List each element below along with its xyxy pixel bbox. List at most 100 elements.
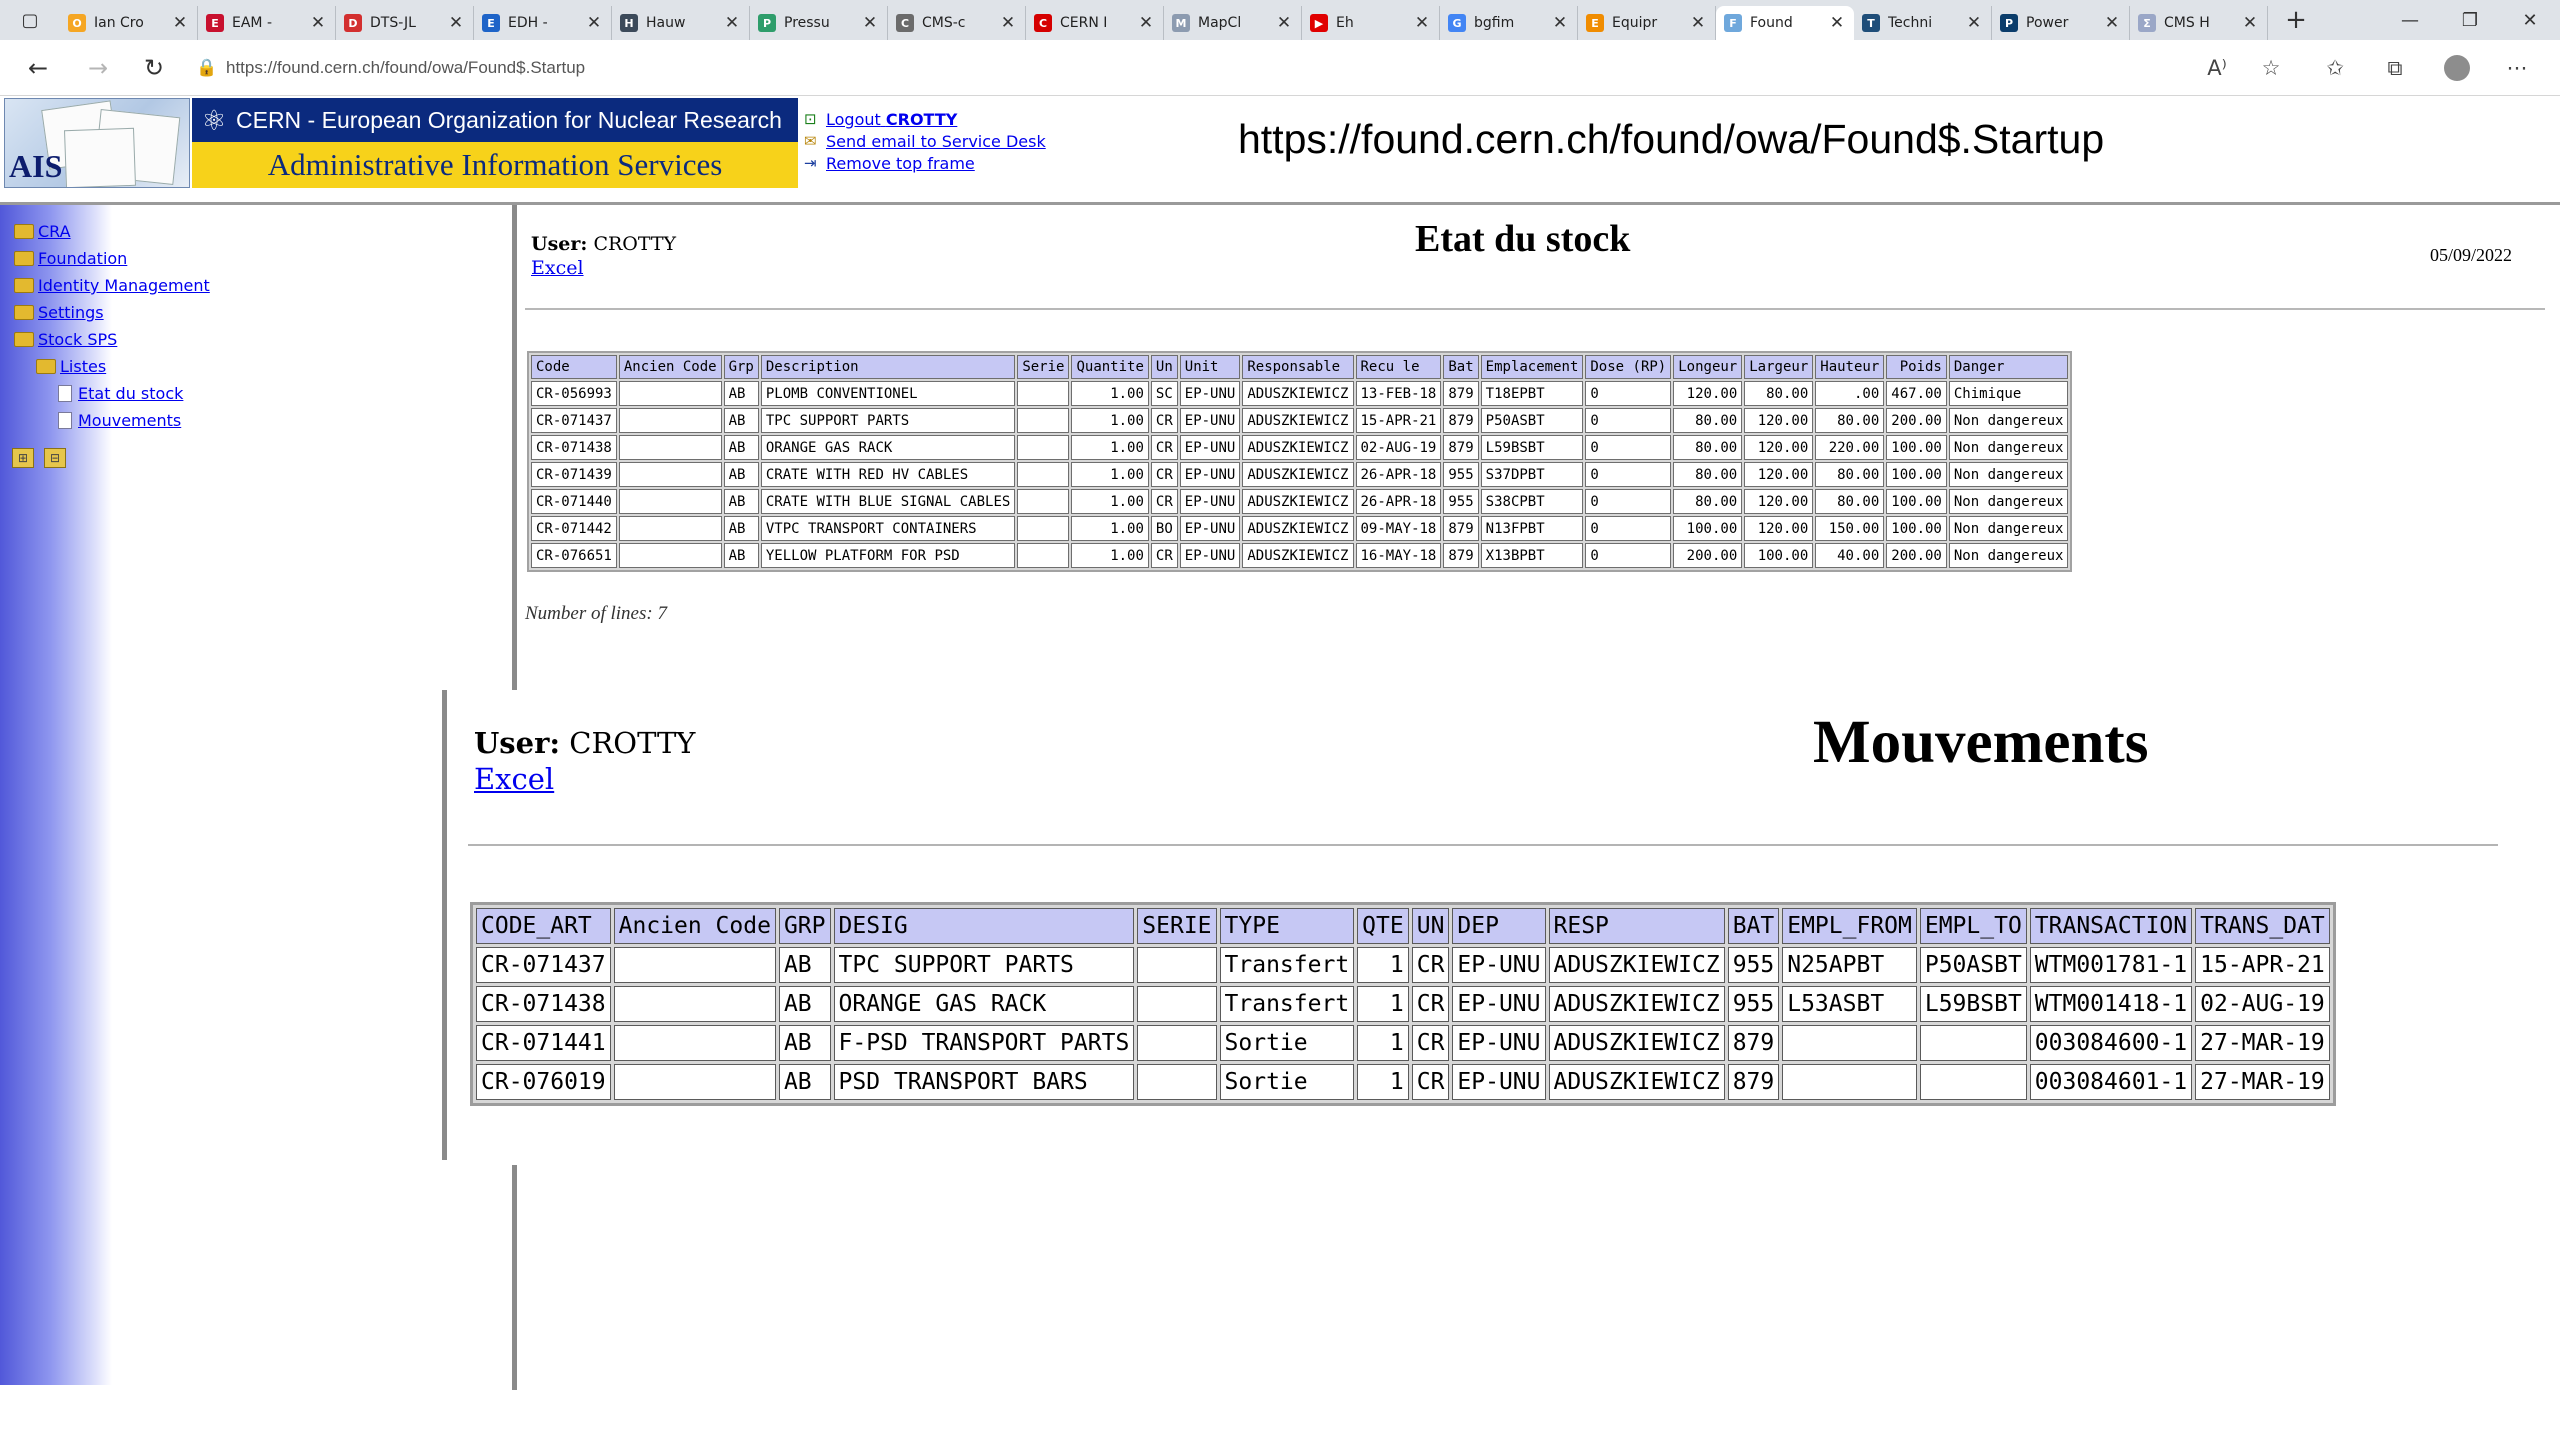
browser-tab-title: Found xyxy=(1750,15,1793,31)
nav-item-label[interactable]: Identity Management xyxy=(38,276,210,295)
minimize-icon[interactable]: — xyxy=(2380,0,2440,40)
close-tab-icon[interactable]: ✕ xyxy=(861,13,879,33)
nav-item-label[interactable]: Etat du stock xyxy=(78,384,183,403)
nav-item[interactable]: Foundation xyxy=(14,245,414,272)
favorites-icon[interactable]: ✩ xyxy=(2318,52,2352,84)
folder-icon xyxy=(14,251,34,266)
eam-icon: E xyxy=(206,14,224,32)
browser-tab-title: bgfim xyxy=(1474,15,1515,31)
close-tab-icon[interactable]: ✕ xyxy=(999,13,1017,33)
browser-tab[interactable]: Σ CMS H ✕ xyxy=(2130,6,2268,40)
address-text[interactable]: https://found.cern.ch/found/owa/Found$.S… xyxy=(226,58,585,78)
close-window-icon[interactable]: ✕ xyxy=(2500,0,2560,40)
nav-item[interactable]: Identity Management xyxy=(14,272,414,299)
close-tab-icon[interactable]: ✕ xyxy=(1137,13,1155,33)
tab-actions-icon[interactable]: ▢ xyxy=(0,0,60,40)
table-cell: .00 xyxy=(1815,381,1885,406)
mouvements-excel-link[interactable]: Excel xyxy=(474,762,554,796)
browser-tab-title: Techni xyxy=(1888,15,1933,31)
expand-all-icon[interactable]: ⊞ xyxy=(12,448,34,468)
stock-title: Etat du stock xyxy=(1415,218,1631,260)
table-row: CR-076019 AB PSD TRANSPORT BARS Sortie 1 CR EP… xyxy=(476,1064,2330,1100)
browser-tab-title: Power xyxy=(2026,15,2069,31)
close-tab-icon[interactable]: ✕ xyxy=(1275,13,1293,33)
browser-tab[interactable]: E Equipr ✕ xyxy=(1578,6,1716,40)
nav-item-label[interactable]: Mouvements xyxy=(78,411,181,430)
table-cell xyxy=(1017,516,1070,541)
table-cell xyxy=(1017,381,1070,406)
tab-list: O Ian Cro ✕ E EAM - ✕ D DTS-JL ✕ E EDH - ✕ H Hauw ✕ P Pr… xyxy=(60,0,2268,40)
nav-item-label[interactable]: Settings xyxy=(38,303,104,322)
collapse-all-icon[interactable]: ⊟ xyxy=(44,448,66,468)
browser-tab[interactable]: F Found ✕ xyxy=(1716,6,1854,40)
nav-item[interactable]: Stock SPS xyxy=(14,326,414,353)
browser-tab[interactable]: ▶ Eh ✕ xyxy=(1302,6,1440,40)
browser-tab[interactable]: D DTS-JL ✕ xyxy=(336,6,474,40)
close-tab-icon[interactable]: ✕ xyxy=(585,13,603,33)
browser-tab[interactable]: P Pressu ✕ xyxy=(750,6,888,40)
nav-item-label[interactable]: Listes xyxy=(60,357,106,376)
forward-icon[interactable]: → xyxy=(80,50,116,86)
nav-item[interactable]: Settings xyxy=(14,299,414,326)
profile-icon[interactable] xyxy=(2440,52,2474,84)
nav-item[interactable]: Mouvements xyxy=(14,407,414,434)
close-tab-icon[interactable]: ✕ xyxy=(447,13,465,33)
browser-tab[interactable]: P Power ✕ xyxy=(1992,6,2130,40)
service-desk-link[interactable]: ✉ Send email to Service Desk xyxy=(804,130,1064,152)
table-cell: 1.00 xyxy=(1071,381,1149,406)
restore-icon[interactable]: ❐ xyxy=(2440,0,2500,40)
remove-frame-link[interactable]: ⇥ Remove top frame xyxy=(804,152,1064,174)
nav-item[interactable]: Listes xyxy=(14,353,414,380)
browser-tab[interactable]: C CERN I ✕ xyxy=(1026,6,1164,40)
mouvements-column-header: SERIE xyxy=(1137,908,1217,944)
service-desk-label[interactable]: Send email to Service Desk xyxy=(826,132,1046,151)
table-cell: 13-FEB-18 xyxy=(1355,381,1442,406)
more-menu-icon[interactable]: ⋯ xyxy=(2500,52,2534,84)
table-cell: EP-UNU xyxy=(1179,381,1241,406)
close-tab-icon[interactable]: ✕ xyxy=(1965,13,1983,33)
lock-icon[interactable]: 🔒 xyxy=(196,58,226,78)
close-tab-icon[interactable]: ✕ xyxy=(171,13,189,33)
table-cell: S37DPBT xyxy=(1480,462,1584,487)
browser-toolbar: ← → ↻ 🔒 https://found.cern.ch/found/owa/… xyxy=(0,40,2560,96)
nav-item[interactable]: CRA xyxy=(14,218,414,245)
close-tab-icon[interactable]: ✕ xyxy=(1828,13,1846,33)
add-favorite-icon[interactable]: ☆ xyxy=(2254,52,2288,84)
reload-icon[interactable]: ↻ xyxy=(136,50,172,86)
browser-tab[interactable]: E EAM - ✕ xyxy=(198,6,336,40)
browser-tab[interactable]: T Techni ✕ xyxy=(1854,6,1992,40)
back-icon[interactable]: ← xyxy=(20,50,56,86)
address-bar[interactable]: 🔒 https://found.cern.ch/found/owa/Found$… xyxy=(196,50,2286,86)
table-cell: ADUSZKIEWICZ xyxy=(1242,381,1354,406)
close-tab-icon[interactable]: ✕ xyxy=(2103,13,2121,33)
browser-tab[interactable]: E EDH - ✕ xyxy=(474,6,612,40)
close-tab-icon[interactable]: ✕ xyxy=(1413,13,1431,33)
browser-tab[interactable]: C CMS-c ✕ xyxy=(888,6,1026,40)
circle-icon: H xyxy=(620,14,638,32)
close-tab-icon[interactable]: ✕ xyxy=(1689,13,1707,33)
close-tab-icon[interactable]: ✕ xyxy=(723,13,741,33)
browser-tab[interactable]: H Hauw ✕ xyxy=(612,6,750,40)
logout-link[interactable]: ⊡ Logout CROTTY xyxy=(804,108,1064,130)
browser-tab[interactable]: Gbgfim ✕ xyxy=(1440,6,1578,40)
stock-excel-link[interactable]: Excel xyxy=(531,257,584,279)
browser-tab[interactable]: M MapCl ✕ xyxy=(1164,6,1302,40)
logout-label[interactable]: Logout CROTTY xyxy=(826,110,957,129)
new-tab-button[interactable]: + xyxy=(2276,5,2316,35)
nav-item-label[interactable]: CRA xyxy=(38,222,71,241)
frame-divider xyxy=(512,205,517,690)
table-cell: AB xyxy=(778,947,831,983)
nav-item[interactable]: Etat du stock xyxy=(14,380,414,407)
nav-item-label[interactable]: Stock SPS xyxy=(38,330,117,349)
close-tab-icon[interactable]: ✕ xyxy=(309,13,327,33)
read-aloud-icon[interactable]: A⁾ xyxy=(2200,52,2234,84)
nav-item-label[interactable]: Foundation xyxy=(38,249,127,268)
browser-tab[interactable]: O Ian Cro ✕ xyxy=(60,6,198,40)
table-cell xyxy=(618,435,722,460)
remove-frame-label[interactable]: Remove top frame xyxy=(826,154,975,173)
stock-column-header: Emplacement xyxy=(1480,355,1584,379)
collections-icon[interactable]: ⧉ xyxy=(2378,52,2412,84)
close-tab-icon[interactable]: ✕ xyxy=(2241,13,2259,33)
close-tab-icon[interactable]: ✕ xyxy=(1551,13,1569,33)
ais-header: AIS ⚛ CERN - European Organization for N… xyxy=(0,96,2560,202)
